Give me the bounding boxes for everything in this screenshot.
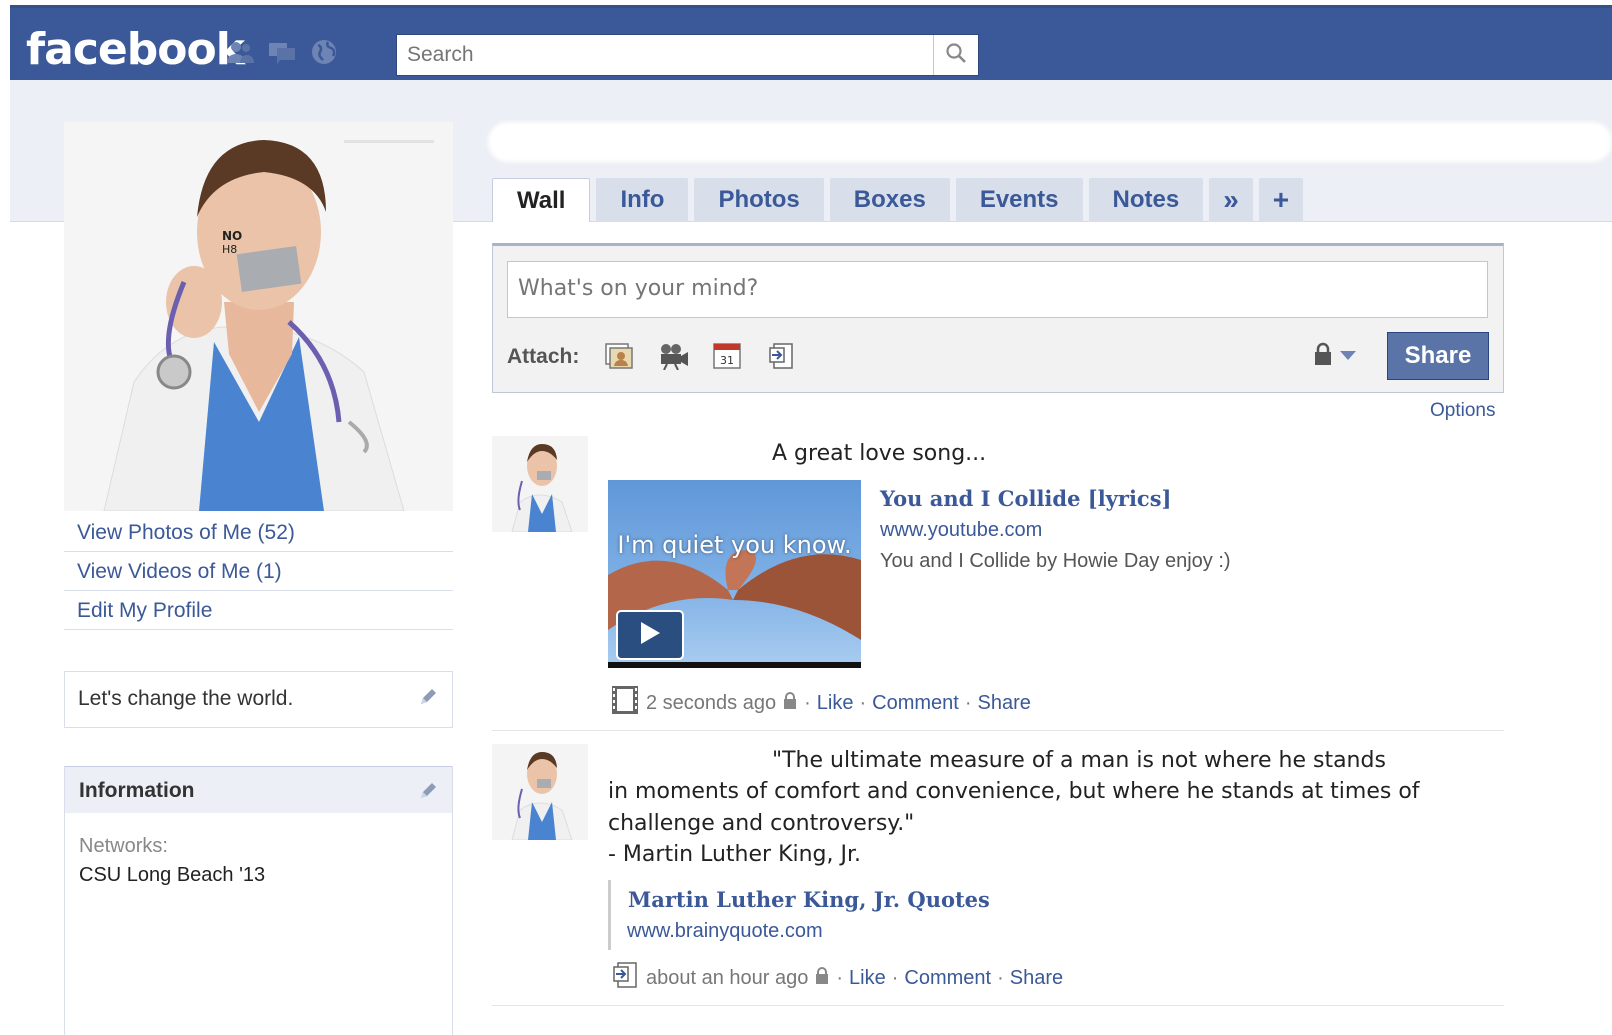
information-box: Information Networks: CSU Long Beach '13: [64, 766, 453, 1035]
edit-pencil-icon[interactable]: [418, 687, 438, 713]
notification-jewels: [225, 38, 339, 66]
play-icon: [638, 620, 662, 651]
chevron-down-icon: [1339, 348, 1357, 366]
profile-name-redacted: [488, 122, 1612, 162]
play-button[interactable]: [616, 610, 684, 660]
profile-sidebar-links: View Photos of Me (52) View Videos of Me…: [64, 513, 453, 630]
story-timestamp[interactable]: about an hour ago: [646, 967, 808, 990]
messages-icon[interactable]: [267, 38, 297, 66]
tab-info[interactable]: Info: [596, 178, 689, 222]
attachment-title-link[interactable]: Martin Luther King, Jr. Quotes: [628, 887, 990, 912]
attachment-description: You and I Collide by Howie Day enjoy :): [880, 550, 1231, 572]
search-input[interactable]: [397, 35, 933, 75]
story-timestamp[interactable]: 2 seconds ago: [646, 692, 776, 715]
comment-link[interactable]: Comment: [904, 967, 991, 990]
edit-pencil-icon[interactable]: [418, 781, 438, 807]
search-box: [396, 34, 979, 76]
svg-text:H8: H8: [222, 243, 237, 256]
quote-author: - Martin Luther King, Jr.: [608, 842, 862, 867]
search-icon: [945, 42, 967, 69]
add-tab-button[interactable]: +: [1258, 178, 1304, 222]
attachment-quote-bar: [608, 880, 611, 950]
information-header: Information: [65, 766, 452, 813]
edit-profile-link[interactable]: Edit My Profile: [64, 591, 453, 630]
svg-text:31: 31: [720, 354, 734, 367]
video-caption: I'm quiet you know.: [617, 531, 852, 559]
top-nav-bar: facebook: [10, 5, 1612, 80]
quote-line-3: challenge and controversy.": [608, 811, 915, 836]
like-link[interactable]: Like: [849, 967, 886, 990]
tab-events[interactable]: Events: [955, 178, 1083, 222]
lock-icon: [1313, 342, 1333, 371]
quote-line-1: "The ultimate measure of a man is not wh…: [772, 748, 1386, 773]
video-film-icon: [610, 684, 640, 722]
story-meta: 2 seconds ago · Like · Comment · Share: [610, 684, 1031, 722]
svg-text:NO: NO: [222, 229, 242, 243]
friend-requests-icon[interactable]: [225, 38, 255, 66]
profile-tabs: Wall Info Photos Boxes Events Notes » +: [492, 178, 1304, 222]
story-avatar[interactable]: [492, 744, 588, 840]
attach-label: Attach:: [507, 345, 580, 368]
story-meta: about an hour ago · Like · Comment · Share: [610, 960, 1063, 996]
story-message: A great love song...: [772, 441, 987, 466]
video-thumbnail[interactable]: I'm quiet you know.: [608, 480, 861, 668]
bio-text: Let's change the world.: [78, 687, 294, 710]
attach-event-icon[interactable]: 31: [711, 340, 743, 372]
status-composer: Attach: 31 Share: [492, 243, 1504, 393]
view-photos-link[interactable]: View Photos of Me (52): [64, 513, 453, 552]
link-share-icon: [610, 960, 640, 996]
lock-icon: [782, 691, 798, 716]
networks-label: Networks:: [79, 835, 168, 857]
attach-icons: 31: [603, 340, 797, 372]
bio-status-box: Let's change the world.: [64, 671, 453, 728]
more-tabs-button[interactable]: »: [1209, 178, 1253, 222]
attachment-title-link[interactable]: You and I Collide [lyrics]: [880, 486, 1171, 511]
share-link[interactable]: Share: [978, 692, 1031, 715]
share-link[interactable]: Share: [1010, 967, 1063, 990]
information-title: Information: [79, 779, 195, 802]
comment-link[interactable]: Comment: [872, 692, 959, 715]
search-button[interactable]: [933, 35, 978, 75]
networks-value: CSU Long Beach '13: [79, 864, 266, 886]
privacy-selector[interactable]: [1313, 342, 1357, 371]
lock-icon: [814, 966, 830, 991]
share-button[interactable]: Share: [1387, 332, 1489, 380]
tab-photos[interactable]: Photos: [694, 178, 824, 222]
tab-wall[interactable]: Wall: [492, 178, 591, 222]
story-divider: [492, 1005, 1504, 1006]
tab-boxes[interactable]: Boxes: [829, 178, 950, 222]
attach-link-icon[interactable]: [765, 340, 797, 372]
profile-picture[interactable]: NO H8: [64, 122, 453, 511]
quote-line-2: in moments of comfort and convenience, b…: [608, 779, 1420, 804]
attach-photo-icon[interactable]: [603, 340, 635, 372]
attachment-source[interactable]: www.brainyquote.com: [627, 920, 823, 943]
view-videos-link[interactable]: View Videos of Me (1): [64, 552, 453, 591]
attachment-source[interactable]: www.youtube.com: [880, 519, 1042, 542]
story-avatar[interactable]: [492, 436, 588, 532]
tab-notes[interactable]: Notes: [1088, 178, 1204, 222]
story-divider: [492, 730, 1504, 731]
video-bottom-strip: [608, 662, 861, 668]
notifications-globe-icon[interactable]: [309, 38, 339, 66]
status-input[interactable]: [507, 261, 1488, 318]
like-link[interactable]: Like: [817, 692, 854, 715]
options-link[interactable]: Options: [1430, 400, 1495, 422]
attach-video-icon[interactable]: [657, 340, 689, 372]
facebook-logo[interactable]: facebook: [26, 24, 245, 75]
